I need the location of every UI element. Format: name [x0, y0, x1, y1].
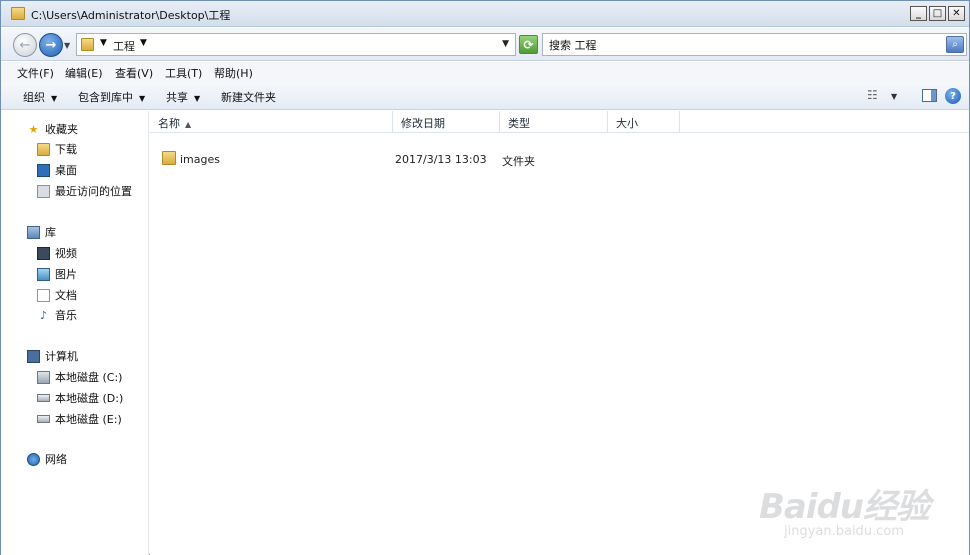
desktop-icon: [37, 163, 50, 177]
system-drive-icon: [37, 370, 50, 384]
file-list[interactable]: 名称 ▲ 修改日期 类型 大小 images 2017/3/13 13:03 文件…: [150, 111, 969, 555]
address-history-dropdown[interactable]: ▼: [502, 39, 509, 49]
recent-pages-dropdown[interactable]: ▼: [64, 41, 70, 50]
drive-icon: [37, 394, 50, 402]
preview-pane-icon[interactable]: [922, 89, 937, 102]
music-icon: ♪: [39, 308, 48, 322]
column-header-date[interactable]: 修改日期: [393, 111, 500, 133]
sort-ascending-icon: ▲: [185, 120, 192, 129]
computer-icon: [27, 349, 40, 363]
column-header-row: 名称 ▲ 修改日期 类型 大小: [150, 111, 969, 133]
chevron-down-icon: ▼: [139, 94, 146, 103]
picture-icon: [37, 267, 50, 281]
search-button[interactable]: ⌕: [946, 36, 964, 53]
new-folder-button[interactable]: 新建文件夹: [221, 89, 276, 105]
search-icon: ⌕: [952, 39, 958, 50]
nav-item-label: 本地磁盘 (C:): [55, 371, 123, 384]
video-icon: [37, 246, 50, 260]
view-options-icon[interactable]: ☷: [867, 88, 878, 102]
file-row[interactable]: images 2017/3/13 13:03 文件夹: [150, 149, 969, 169]
nav-item-label: 下载: [55, 143, 77, 156]
include-in-library-label: 包含到库中: [78, 91, 133, 104]
window-title: C:\Users\Administrator\Desktop\工程: [31, 9, 231, 22]
refresh-icon: ⟳: [523, 37, 534, 52]
document-icon: [37, 288, 50, 302]
nav-item-label: 视频: [55, 247, 77, 260]
organize-label: 组织: [23, 91, 45, 104]
chevron-down-icon: ▼: [194, 94, 201, 103]
breadcrumb-current[interactable]: 工程: [113, 38, 135, 54]
menu-tools[interactable]: 工具(T): [165, 65, 202, 81]
address-toolbar: ← → ▼ ▼ 工程 ▼ ▼ ⟳ ⌕: [1, 28, 969, 61]
menu-file[interactable]: 文件(F): [17, 65, 54, 81]
minimize-button[interactable]: _: [910, 6, 927, 21]
navigation-pane[interactable]: ★ 收藏夹 下载 桌面 最近访问的位置 库 视频 图片 文档 ♪ 音乐 计算机 …: [1, 111, 149, 555]
library-icon: [27, 225, 40, 239]
column-header-name[interactable]: 名称 ▲: [150, 111, 393, 133]
folder-icon: [11, 7, 25, 20]
watermark: Baidu经验 jingyan.baidu.com: [758, 479, 930, 539]
forward-button[interactable]: →: [39, 33, 63, 57]
file-modified: 2017/3/13 13:03: [395, 153, 487, 166]
include-in-library-button[interactable]: 包含到库中 ▼: [78, 89, 145, 105]
maximize-button[interactable]: □: [929, 6, 946, 21]
back-button[interactable]: ←: [13, 33, 37, 57]
nav-libraries-label: 库: [45, 226, 56, 239]
star-icon: ★: [28, 122, 39, 136]
column-header-type[interactable]: 类型: [500, 111, 608, 133]
view-dropdown-icon[interactable]: ▼: [891, 92, 897, 101]
title-bar[interactable]: C:\Users\Administrator\Desktop\工程 _ □ ✕: [1, 1, 969, 27]
help-icon[interactable]: ?: [945, 88, 961, 104]
close-button[interactable]: ✕: [948, 6, 965, 21]
folder-icon: [162, 151, 176, 165]
folder-icon: [81, 38, 94, 51]
nav-favorites-label: 收藏夹: [45, 123, 78, 136]
column-header-size[interactable]: 大小: [608, 111, 680, 133]
recent-places-icon: [37, 184, 50, 198]
download-folder-icon: [37, 142, 50, 156]
share-button[interactable]: 共享 ▼: [166, 89, 200, 105]
arrow-right-icon: →: [45, 37, 57, 53]
organize-button[interactable]: 组织 ▼: [23, 89, 57, 105]
nav-item-label: 图片: [55, 268, 77, 281]
nav-computer-label: 计算机: [45, 350, 78, 363]
command-bar: 组织 ▼ 包含到库中 ▼ 共享 ▼ 新建文件夹 ☷ ▼ ?: [1, 82, 969, 110]
nav-item-label: 文档: [55, 289, 77, 302]
watermark-logo: Baidu经验: [758, 487, 930, 527]
chevron-down-icon[interactable]: ▼: [100, 38, 107, 48]
menu-bar: 文件(F) 编辑(E) 查看(V) 工具(T) 帮助(H): [1, 62, 969, 82]
drive-icon: [37, 415, 50, 423]
nav-item-label: 音乐: [55, 309, 77, 322]
search-box[interactable]: ⌕: [542, 33, 967, 56]
address-bar[interactable]: ▼ 工程 ▼ ▼: [76, 33, 516, 56]
window-controls: _ □ ✕: [910, 6, 965, 21]
refresh-button[interactable]: ⟳: [519, 35, 538, 54]
menu-edit[interactable]: 编辑(E): [65, 65, 103, 81]
arrow-left-icon: ←: [19, 37, 31, 53]
nav-item-label: 本地磁盘 (D:): [55, 392, 124, 405]
nav-item-label: 最近访问的位置: [55, 185, 132, 198]
file-type: 文件夹: [502, 155, 535, 168]
explorer-window: C:\Users\Administrator\Desktop\工程 _ □ ✕ …: [0, 0, 970, 555]
nav-network-label: 网络: [45, 453, 67, 466]
network-icon: [27, 452, 40, 466]
chevron-down-icon[interactable]: ▼: [140, 38, 147, 48]
menu-view[interactable]: 查看(V): [115, 65, 153, 81]
search-input[interactable]: [549, 37, 929, 52]
chevron-down-icon: ▼: [51, 94, 58, 103]
watermark-url: jingyan.baidu.com: [783, 524, 904, 539]
share-label: 共享: [166, 91, 188, 104]
file-name: images: [180, 153, 220, 166]
nav-item-label: 桌面: [55, 164, 77, 177]
menu-help[interactable]: 帮助(H): [214, 65, 253, 81]
nav-item-label: 本地磁盘 (E:): [55, 413, 122, 426]
column-header-label: 名称: [158, 117, 180, 130]
